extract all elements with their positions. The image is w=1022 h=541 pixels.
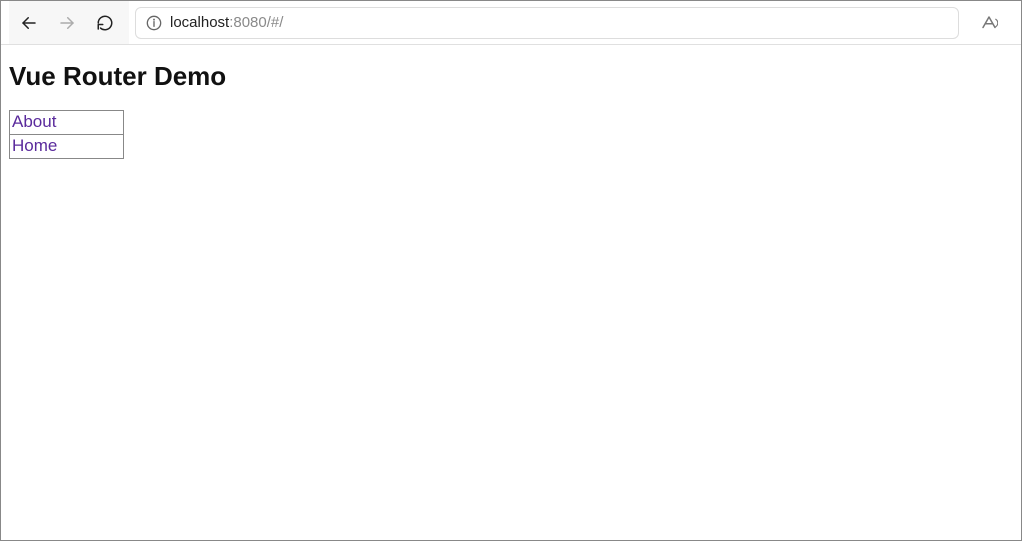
read-aloud-icon (980, 14, 998, 32)
table-row: Home (10, 135, 124, 159)
toolbar-right (965, 5, 1013, 41)
back-button[interactable] (11, 5, 47, 41)
browser-toolbar: localhost:8080/#/ (1, 1, 1021, 45)
table-row: About (10, 111, 124, 135)
refresh-button[interactable] (87, 5, 123, 41)
forward-icon (58, 14, 76, 32)
address-port: :8080 (229, 14, 267, 31)
page-title: Vue Router Demo (9, 61, 1013, 92)
back-icon (20, 14, 38, 32)
forward-button (49, 5, 85, 41)
about-link[interactable]: About (12, 112, 56, 131)
home-link[interactable]: Home (12, 136, 57, 155)
address-bar[interactable]: localhost:8080/#/ (135, 7, 959, 39)
nav-button-group (9, 1, 129, 44)
refresh-icon (96, 14, 114, 32)
address-host: localhost (170, 14, 229, 31)
info-icon[interactable] (146, 15, 162, 31)
page-content: Vue Router Demo About Home (1, 45, 1021, 175)
address-text: localhost:8080/#/ (170, 14, 283, 31)
read-aloud-button[interactable] (971, 5, 1007, 41)
address-path: /#/ (267, 14, 284, 31)
links-table: About Home (9, 110, 124, 159)
